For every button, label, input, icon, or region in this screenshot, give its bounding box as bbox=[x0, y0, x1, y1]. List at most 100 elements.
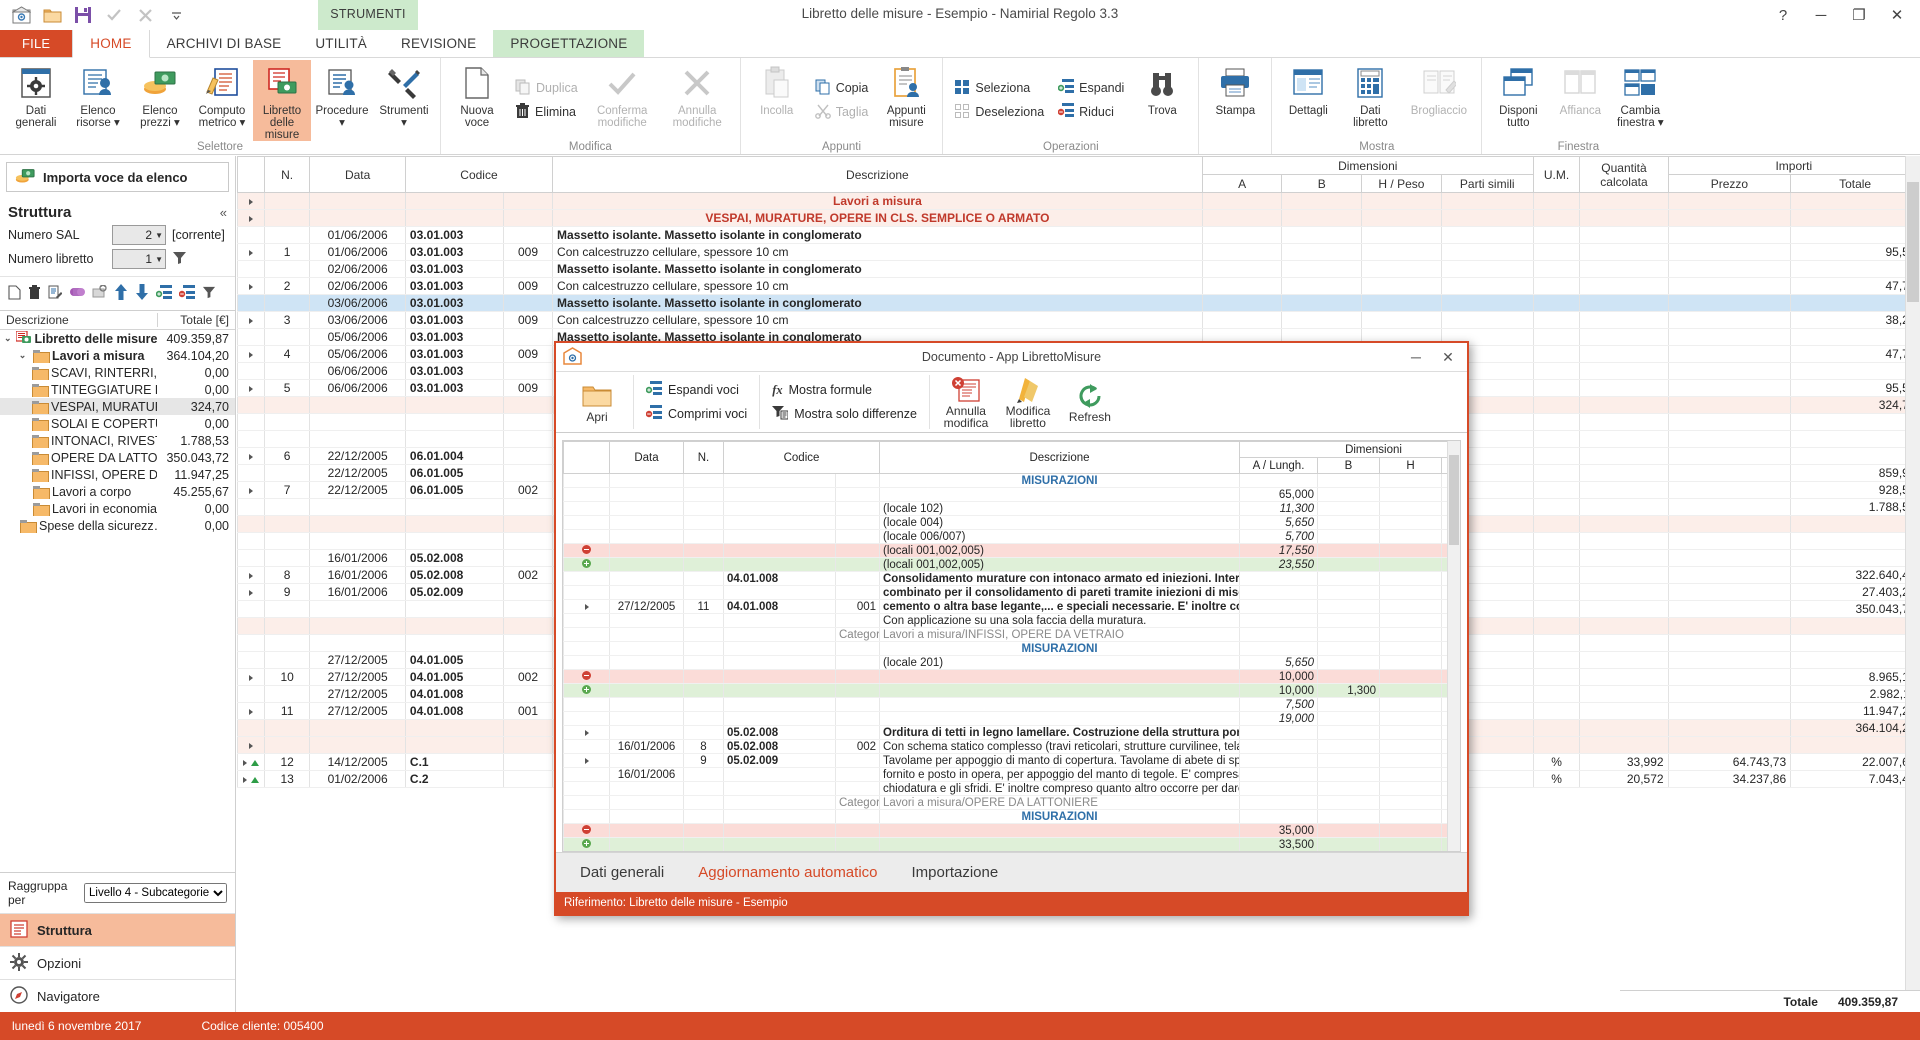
riduci-button[interactable]: Riduci bbox=[1054, 100, 1128, 124]
dth-data[interactable]: Data bbox=[610, 442, 684, 474]
th-codice[interactable]: Codice bbox=[405, 157, 552, 193]
expand-arrow-icon[interactable] bbox=[585, 730, 589, 736]
table-row[interactable]: 202/06/200603.01.003009Con calcestruzzo … bbox=[238, 278, 1920, 295]
table-row[interactable]: 303/06/200603.01.003009Con calcestruzzo … bbox=[238, 312, 1920, 329]
strumenti-button[interactable]: Strumenti ▾ bbox=[373, 60, 435, 129]
dialog-table-row[interactable]: (locale 201)5,6505,650 bbox=[564, 656, 1462, 670]
tree-node[interactable]: SOLAI E COPERTURE0,00 bbox=[0, 415, 235, 432]
home-tag-icon[interactable] bbox=[563, 347, 582, 368]
refresh-button[interactable]: Refresh bbox=[1062, 381, 1118, 423]
ribbon-tabs[interactable]: FILE HOME ARCHIVI DI BASE UTILITÀ REVISI… bbox=[0, 30, 1920, 58]
dialog-table-row[interactable]: (locale 004)5,6505,650 bbox=[564, 516, 1462, 530]
row-marker[interactable] bbox=[238, 669, 265, 686]
elenco-prezzi-button[interactable]: Elenco prezzi ▾ bbox=[129, 60, 191, 129]
chevron-down-icon[interactable]: ⌄ bbox=[4, 333, 12, 344]
dialog-table-row[interactable]: MISURAZIONI bbox=[564, 810, 1462, 824]
row-marker[interactable] bbox=[238, 346, 265, 363]
scroll-thumb[interactable] bbox=[1907, 182, 1919, 302]
dialog-table-row[interactable]: (locale 006/007)5,7005,700 bbox=[564, 530, 1462, 544]
move-down-icon[interactable] bbox=[135, 284, 149, 303]
row-marker[interactable] bbox=[238, 754, 265, 771]
dialog-minimize-button[interactable]: ─ bbox=[1401, 345, 1431, 369]
row-marker[interactable] bbox=[238, 244, 265, 261]
row-marker[interactable] bbox=[238, 482, 265, 499]
th-parti[interactable]: Parti simili bbox=[1441, 175, 1533, 193]
dialog-grid-container[interactable]: Data N. Codice Descrizione Dimensioni Qu… bbox=[562, 440, 1461, 852]
mostra-formule-button[interactable]: fx Mostra formule bbox=[768, 379, 921, 401]
merge-icon[interactable] bbox=[69, 286, 85, 302]
dialog-table-row[interactable]: MISURAZIONI bbox=[564, 474, 1462, 488]
dialog-scroll-thumb[interactable] bbox=[1449, 455, 1459, 545]
dialog-table-row[interactable]: (locali 001,002,005)17,55017,550 bbox=[564, 544, 1462, 558]
espandi-voci-button[interactable]: Espandi voci bbox=[642, 379, 751, 401]
dialog-row-marker[interactable] bbox=[564, 684, 610, 698]
tree-node[interactable]: INTONACI, RIVESTI…1.788,53 bbox=[0, 432, 235, 449]
dth-b[interactable]: B bbox=[1318, 458, 1380, 474]
tab-revisione[interactable]: REVISIONE bbox=[384, 30, 493, 57]
help-button[interactable]: ? bbox=[1764, 0, 1802, 30]
importa-voce-button[interactable]: Importa voce da elenco bbox=[6, 162, 229, 192]
structure-toolbar[interactable] bbox=[0, 276, 235, 311]
move-up-icon[interactable] bbox=[114, 284, 128, 303]
dialog-table-row[interactable]: 10,0001,30013,000 bbox=[564, 684, 1462, 698]
structure-tree[interactable]: ⌄Libretto delle misure409.359,87⌄Lavori … bbox=[0, 330, 235, 872]
row-marker[interactable] bbox=[238, 210, 265, 227]
dettagli-button[interactable]: Dettagli bbox=[1277, 60, 1339, 117]
expand-arrow-icon[interactable] bbox=[249, 590, 253, 596]
elimina-button[interactable]: Elimina bbox=[511, 100, 582, 124]
seleziona-button[interactable]: Seleziona bbox=[951, 76, 1048, 100]
dialog-grid[interactable]: Data N. Codice Descrizione Dimensioni Qu… bbox=[563, 441, 1461, 852]
expand-arrow-icon[interactable] bbox=[249, 216, 253, 222]
tab-dati-generali[interactable]: Dati generali bbox=[580, 864, 664, 881]
numero-libretto-select[interactable]: 1▼ bbox=[112, 249, 166, 269]
tree-node[interactable]: Spese della sicurezz…0,00 bbox=[0, 517, 235, 534]
modifica-libretto-button[interactable]: Modifica libretto bbox=[1000, 375, 1056, 429]
export-icon[interactable] bbox=[92, 285, 107, 302]
th-h[interactable]: H / Peso bbox=[1362, 175, 1442, 193]
new-icon[interactable] bbox=[8, 285, 21, 303]
filter-icon[interactable] bbox=[202, 285, 216, 302]
numero-sal-select[interactable]: 2▼ bbox=[112, 225, 166, 245]
tab-utilita[interactable]: UTILITÀ bbox=[298, 30, 384, 57]
tree-node[interactable]: INFISSI, OPERE DA …11.947,25 bbox=[0, 466, 235, 483]
dialog-table-row[interactable]: 905.02.009Tavolame per appoggio di manto… bbox=[564, 754, 1462, 768]
dialog-table-row[interactable]: MISURAZIONI bbox=[564, 642, 1462, 656]
table-row[interactable]: 101/06/200603.01.003009Con calcestruzzo … bbox=[238, 244, 1920, 261]
expand-arrow-icon[interactable] bbox=[249, 675, 253, 681]
th-quantita[interactable]: Quantità calcolata bbox=[1580, 157, 1668, 193]
dialog-row-marker[interactable] bbox=[564, 726, 610, 740]
expand-arrow-icon[interactable] bbox=[249, 318, 253, 324]
sidebar-item-struttura[interactable]: Struttura bbox=[0, 913, 235, 946]
tree-node[interactable]: ⌄Libretto delle misure409.359,87 bbox=[0, 330, 235, 347]
dialog-table-row[interactable]: CategoriaLavori a misura/OPERE DA LATTON… bbox=[564, 796, 1462, 810]
row-marker[interactable] bbox=[238, 703, 265, 720]
dth-a[interactable]: A / Lungh. bbox=[1240, 458, 1318, 474]
tree-node[interactable]: ⌄Lavori a misura364.104,20 bbox=[0, 347, 235, 364]
row-marker[interactable] bbox=[238, 567, 265, 584]
tree-node[interactable]: VESPAI, MURATURE…324,70 bbox=[0, 398, 235, 415]
row-marker[interactable] bbox=[238, 584, 265, 601]
dialog-scrollbar[interactable] bbox=[1447, 441, 1460, 851]
dialog-table-row[interactable]: 7,5007,500 bbox=[564, 698, 1462, 712]
row-marker[interactable] bbox=[238, 278, 265, 295]
annulla-modifica-button[interactable]: Annulla modifica bbox=[938, 375, 994, 429]
dialog-row-marker[interactable] bbox=[564, 670, 610, 684]
delete-icon[interactable] bbox=[28, 285, 41, 303]
tab-home[interactable]: HOME bbox=[72, 30, 149, 58]
tree-node[interactable]: SCAVI, RINTERRI, …0,00 bbox=[0, 364, 235, 381]
expand-arrow-icon[interactable] bbox=[249, 573, 253, 579]
dialog-table-row[interactable]: chiodatura e gli sfridi. E' inoltre comp… bbox=[564, 782, 1462, 796]
espandi-button[interactable]: Espandi bbox=[1054, 76, 1128, 100]
comprimi-voci-button[interactable]: Comprimi voci bbox=[642, 403, 751, 425]
tree-node[interactable]: TINTEGGIATURE E …0,00 bbox=[0, 381, 235, 398]
dth-codice[interactable]: Codice bbox=[724, 442, 880, 474]
computo-metrico-button[interactable]: Computo metrico ▾ bbox=[191, 60, 253, 129]
mostra-solo-differenze-button[interactable]: Mostra solo differenze bbox=[768, 403, 921, 425]
minimize-button[interactable]: ─ bbox=[1802, 0, 1840, 30]
row-marker[interactable] bbox=[238, 380, 265, 397]
dialog-table-row[interactable]: 19,00019,000 bbox=[564, 712, 1462, 726]
dialog-table-row[interactable]: combinato per il consolidamento di paret… bbox=[564, 586, 1462, 600]
expand-arrow-icon[interactable] bbox=[249, 488, 253, 494]
appunti-misure-button[interactable]: Appunti misure bbox=[875, 60, 937, 129]
tab-aggiornamento-automatico[interactable]: Aggiornamento automatico bbox=[698, 864, 877, 881]
